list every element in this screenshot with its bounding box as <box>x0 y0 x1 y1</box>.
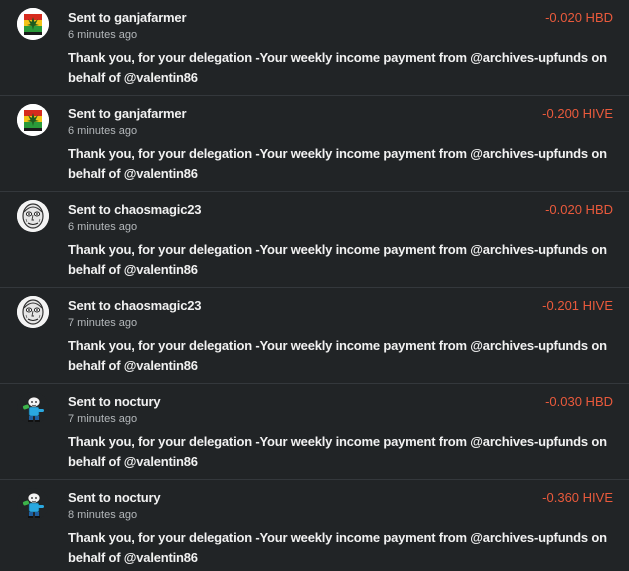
amount: -0.020 HBD <box>545 202 613 217</box>
memo: Thank you, for your delegation -Your wee… <box>68 338 607 373</box>
cartoon-character-icon <box>17 392 49 424</box>
cartoon-character-icon <box>17 488 49 520</box>
avatar-noctury[interactable] <box>17 488 49 520</box>
transfer-prefix: Sent to <box>68 106 115 121</box>
recipient-link[interactable]: noctury <box>114 394 160 409</box>
transfer-prefix: Sent to <box>68 490 115 505</box>
transfer-prefix: Sent to <box>68 10 115 25</box>
memo: Thank you, for your delegation -Your wee… <box>68 146 607 181</box>
transfer-title: Sent to chaosmagic23 <box>68 202 201 217</box>
transfer-title: Sent to chaosmagic23 <box>68 298 201 313</box>
recipient-link[interactable]: ganjafarmer <box>114 10 186 25</box>
transfer-title: Sent to ganjafarmer <box>68 106 187 121</box>
memo: Thank you, for your delegation -Your wee… <box>68 434 607 469</box>
timestamp: 6 minutes ago <box>68 221 138 233</box>
transfer-list: Sent to ganjafarmer 6 minutes ago -0.020… <box>0 0 629 571</box>
transfer-title: Sent to noctury <box>68 490 161 505</box>
memo: Thank you, for your delegation -Your wee… <box>68 530 607 565</box>
avatar-chaosmagic23[interactable] <box>17 200 49 232</box>
transfer-prefix: Sent to <box>68 298 115 313</box>
transfer-item: Sent to chaosmagic23 6 minutes ago -0.02… <box>0 192 629 288</box>
transfer-prefix: Sent to <box>68 394 115 409</box>
avatar-chaosmagic23[interactable] <box>17 296 49 328</box>
amount: -0.030 HBD <box>545 394 613 409</box>
timestamp: 7 minutes ago <box>68 317 138 329</box>
ganja-logo-icon <box>17 8 49 40</box>
timestamp: 7 minutes ago <box>68 413 138 425</box>
timestamp: 6 minutes ago <box>68 125 138 137</box>
recipient-link[interactable]: chaosmagic23 <box>114 298 201 313</box>
recipient-link[interactable]: chaosmagic23 <box>114 202 201 217</box>
face-sketch-icon <box>17 296 49 328</box>
amount: -0.201 HIVE <box>542 298 613 313</box>
transfer-item: Sent to ganjafarmer 6 minutes ago -0.200… <box>0 96 629 192</box>
memo: Thank you, for your delegation -Your wee… <box>68 50 607 85</box>
avatar-ganjafarmer[interactable] <box>17 104 49 136</box>
transfer-item: Sent to noctury 8 minutes ago -0.360 HIV… <box>0 480 629 571</box>
transfer-item: Sent to noctury 7 minutes ago -0.030 HBD… <box>0 384 629 480</box>
transfer-item: Sent to ganjafarmer 6 minutes ago -0.020… <box>0 0 629 96</box>
amount: -0.200 HIVE <box>542 106 613 121</box>
avatar-ganjafarmer[interactable] <box>17 8 49 40</box>
recipient-link[interactable]: ganjafarmer <box>114 106 186 121</box>
avatar-noctury[interactable] <box>17 392 49 424</box>
amount: -0.360 HIVE <box>542 490 613 505</box>
ganja-logo-icon <box>17 104 49 136</box>
amount: -0.020 HBD <box>545 10 613 25</box>
timestamp: 8 minutes ago <box>68 509 138 521</box>
transfer-title: Sent to ganjafarmer <box>68 10 187 25</box>
timestamp: 6 minutes ago <box>68 29 138 41</box>
transfer-item: Sent to chaosmagic23 7 minutes ago -0.20… <box>0 288 629 384</box>
face-sketch-icon <box>17 200 49 232</box>
memo: Thank you, for your delegation -Your wee… <box>68 242 607 277</box>
recipient-link[interactable]: noctury <box>114 490 160 505</box>
transfer-prefix: Sent to <box>68 202 115 217</box>
transfer-title: Sent to noctury <box>68 394 161 409</box>
